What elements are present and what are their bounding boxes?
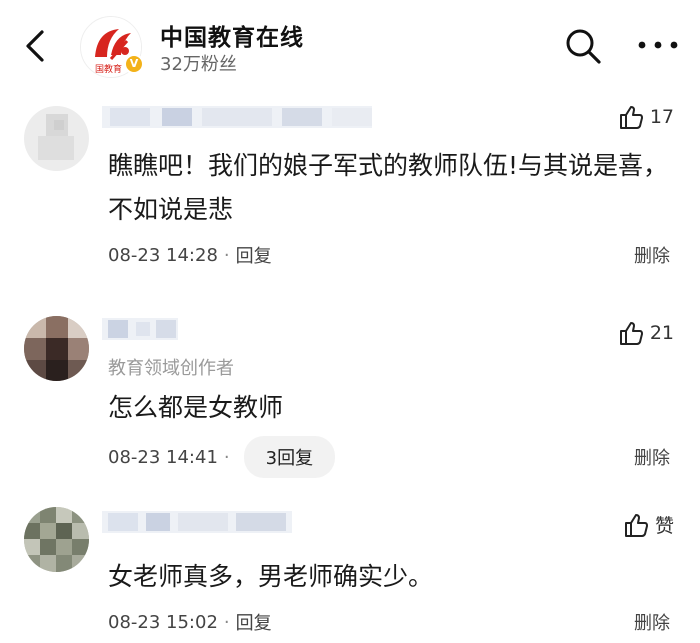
- view-replies-button[interactable]: 3回复: [243, 436, 336, 478]
- comment-item: 17 瞧瞧吧！我们的娘子军式的教师队伍!与其说是喜，不如说是悲 08-23 14…: [0, 100, 700, 280]
- comment-item: 21 教育领域创作者 怎么都是女教师 08-23 14:41 · 3回复 删除: [0, 310, 700, 490]
- blurred-username[interactable]: [102, 316, 192, 342]
- search-icon: [566, 29, 601, 64]
- comment-text: 怎么都是女教师: [108, 393, 284, 422]
- creator-label: 教育领域创作者: [108, 358, 234, 379]
- separator-dot: ·: [223, 611, 230, 633]
- delete-button[interactable]: 删除: [634, 242, 670, 268]
- account-name[interactable]: 中国教育在线: [160, 18, 304, 52]
- chevron-left-icon: [26, 30, 44, 62]
- delete-button[interactable]: 删除: [634, 609, 670, 635]
- blurred-avatar-image: [24, 507, 89, 572]
- like-count: 21: [649, 322, 674, 344]
- comment-time: 08-23 15:02: [108, 611, 218, 633]
- comment-meta: 08-23 15:02 · 回复: [108, 609, 272, 635]
- blurred-avatar-image: [24, 106, 89, 171]
- like-button[interactable]: 17: [618, 104, 674, 130]
- reply-button[interactable]: 回复: [236, 609, 272, 635]
- blurred-username[interactable]: [102, 509, 302, 535]
- commenter-avatar[interactable]: [24, 507, 89, 572]
- more-button[interactable]: [636, 30, 680, 60]
- comment-text: 女老师真多，男老师确实少。: [108, 562, 434, 591]
- commenter-avatar[interactable]: [24, 106, 89, 171]
- thumbs-up-icon: [624, 513, 648, 537]
- blurred-avatar-image: [24, 316, 89, 381]
- follower-count: 32万粉丝: [160, 54, 237, 75]
- like-button[interactable]: 21: [618, 320, 674, 346]
- thumbs-up-icon: [619, 322, 643, 345]
- thumbs-up-icon: [619, 106, 643, 129]
- blurred-username[interactable]: [102, 104, 382, 130]
- like-label: 赞: [654, 515, 674, 537]
- reply-button[interactable]: 回复: [236, 242, 272, 268]
- logo-text: 国教育: [95, 63, 122, 75]
- comment-meta: 08-23 14:41 · 3回复: [108, 436, 336, 478]
- like-count: 17: [649, 106, 674, 128]
- comment-text: 瞧瞧吧！我们的娘子军式的教师队伍!与其说是喜，不如说是悲: [108, 151, 669, 224]
- separator-dot: ·: [223, 244, 230, 266]
- commenter-avatar[interactable]: [24, 316, 89, 381]
- comment-meta: 08-23 14:28 · 回复: [108, 242, 272, 268]
- back-button[interactable]: [18, 26, 54, 66]
- like-button[interactable]: 赞: [623, 511, 674, 538]
- more-dots-icon: [638, 41, 678, 49]
- top-bar: 国教育 V 中国教育在线 32万粉丝: [0, 0, 700, 88]
- comment-time: 08-23 14:41: [108, 446, 218, 468]
- comment-time: 08-23 14:28: [108, 244, 218, 266]
- delete-button[interactable]: 删除: [634, 444, 670, 470]
- search-button[interactable]: [563, 26, 603, 66]
- verified-badge: V: [124, 54, 144, 74]
- comment-item: 赞 女老师真多，男老师确实少。 08-23 15:02 · 回复 删除: [0, 505, 700, 643]
- separator-dot: ·: [223, 446, 230, 468]
